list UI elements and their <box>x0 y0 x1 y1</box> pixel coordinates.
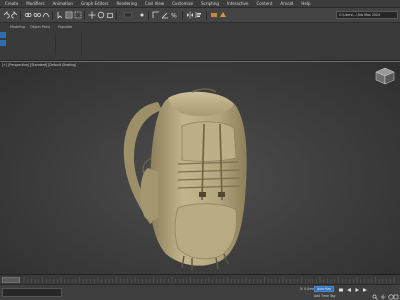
menu-graph-editors[interactable]: Graph Editors <box>77 0 112 8</box>
render-setup-icon[interactable] <box>210 11 218 19</box>
reference-coord-icon[interactable] <box>124 11 132 19</box>
redo-icon[interactable] <box>11 11 19 19</box>
menu-help[interactable]: Help <box>297 0 314 8</box>
backpack-model[interactable] <box>112 88 256 272</box>
ribbon-group <box>28 33 56 55</box>
menu-modifiers[interactable]: Modifiers <box>22 0 48 8</box>
select-by-name-icon[interactable] <box>65 11 73 19</box>
maxscript-listener-field[interactable] <box>2 288 62 297</box>
key-mode-icon[interactable] <box>338 287 344 293</box>
menu-create[interactable]: Create <box>1 0 22 8</box>
scale-icon[interactable] <box>106 11 114 19</box>
link-icon[interactable] <box>24 11 32 19</box>
mirror-icon[interactable] <box>186 11 194 19</box>
time-slider[interactable] <box>2 277 20 283</box>
status-bar: X: 0.0mm Auto Key Add Time Tag <box>0 284 400 300</box>
toolbar-separator <box>20 11 21 20</box>
svg-text:%: % <box>171 13 177 20</box>
play-forward-icon[interactable] <box>362 287 368 293</box>
pan-icon[interactable] <box>380 294 386 300</box>
ribbon: Modeling Object Paint Populate <box>0 23 400 61</box>
toolbar-separator <box>52 11 53 20</box>
menu-scripting[interactable]: Scripting <box>197 0 223 8</box>
menu-interactive[interactable]: Interactive <box>223 0 253 8</box>
ribbon-panel-button[interactable] <box>0 40 6 46</box>
track-bar[interactable] <box>0 274 400 284</box>
angle-snap-icon[interactable] <box>161 11 169 19</box>
pivot-icon[interactable] <box>138 11 146 19</box>
move-icon[interactable] <box>88 11 96 19</box>
maximize-icon[interactable] <box>393 294 399 300</box>
play-icon[interactable] <box>354 287 360 293</box>
play-back-icon[interactable] <box>346 287 352 293</box>
viewcube-icon[interactable] <box>374 66 396 86</box>
ribbon-toggle-button[interactable] <box>0 32 6 38</box>
rotate-icon[interactable] <box>97 11 105 19</box>
menu-rendering[interactable]: Rendering <box>112 0 140 8</box>
tab-modeling[interactable]: Modeling <box>10 25 25 30</box>
rect-select-icon[interactable] <box>74 11 82 19</box>
main-toolbar: C:\Users\...\3ds Max 2024 % <box>0 8 400 23</box>
tab-object-paint[interactable]: Object Paint <box>30 25 50 30</box>
snap-icon[interactable] <box>152 11 160 19</box>
zoom-icon[interactable] <box>372 294 378 300</box>
toolbar-separator <box>84 11 85 20</box>
add-time-tag-button[interactable]: Add Time Tag <box>314 294 335 298</box>
workspace-path-field[interactable]: C:\Users\...\3ds Max 2024 <box>336 11 398 19</box>
unlink-icon[interactable] <box>33 11 41 19</box>
menu-content[interactable]: Content <box>252 0 276 8</box>
auto-key-button[interactable]: Auto Key <box>314 286 334 292</box>
perspective-viewport[interactable]: [+] [Perspective] [Standard] [Default Sh… <box>0 61 400 274</box>
toolbar-separator <box>116 11 117 20</box>
render-icon[interactable] <box>219 11 227 19</box>
menu-bar: Create Modifiers Animation Graph Editors Ren… <box>0 0 400 8</box>
menu-civil-view[interactable]: Civil View <box>141 0 168 8</box>
toolbar-separator <box>206 11 207 20</box>
menu-animation[interactable]: Animation <box>49 0 77 8</box>
undo-icon[interactable] <box>2 11 10 19</box>
ribbon-group <box>56 33 82 55</box>
align-icon[interactable] <box>195 11 203 19</box>
toolbar-separator <box>148 11 149 20</box>
tab-populate[interactable]: Populate <box>58 25 72 30</box>
bind-icon[interactable] <box>42 11 50 19</box>
menu-customize[interactable]: Customize <box>168 0 197 8</box>
track-ticks <box>23 277 395 283</box>
viewport-label[interactable]: [+] [Perspective] [Standard] [Default Sh… <box>2 63 76 67</box>
percent-snap-icon[interactable]: % <box>170 11 178 20</box>
select-icon[interactable] <box>56 11 64 19</box>
toolbar-separator <box>182 11 183 20</box>
menu-arnold[interactable]: Arnold <box>276 0 297 8</box>
